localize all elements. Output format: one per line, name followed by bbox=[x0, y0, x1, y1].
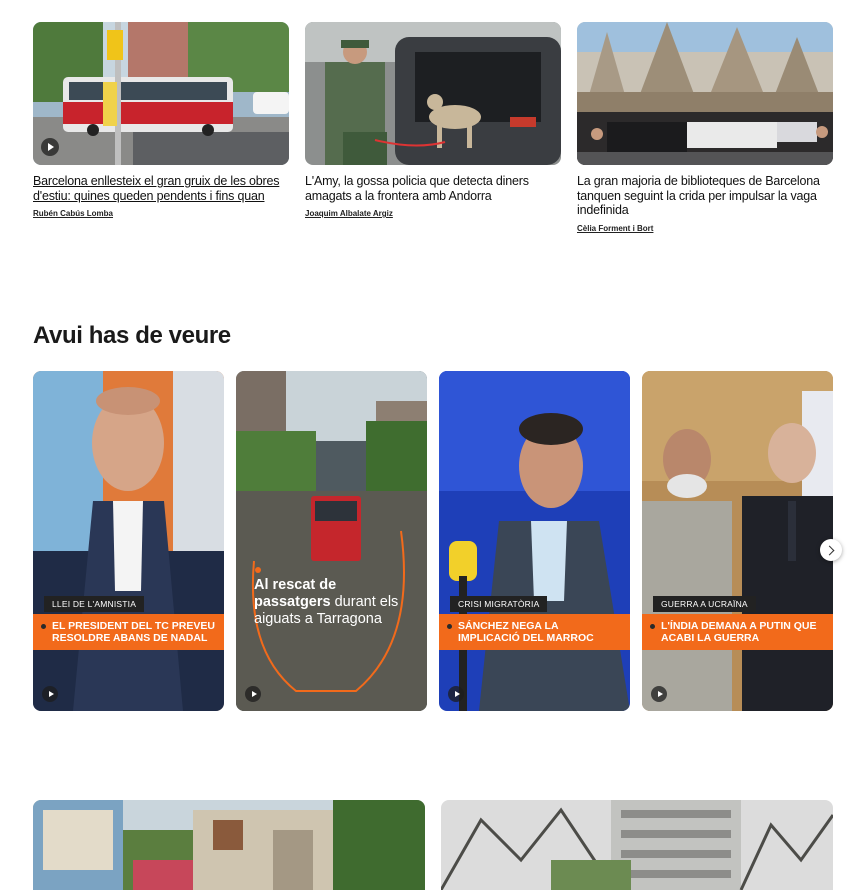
bottom-news-row bbox=[33, 800, 834, 890]
video-headline[interactable]: EL PRESIDENT DEL TC PREVEU RESOLDRE ABAN… bbox=[33, 614, 224, 650]
video-tag: GUERRA A UCRAÏNA bbox=[653, 596, 756, 612]
news-thumbnail[interactable] bbox=[305, 22, 561, 165]
news-headline[interactable]: La gran majoria de biblioteques de Barce… bbox=[577, 174, 833, 218]
video-tag: CRISI MIGRATÒRIA bbox=[450, 596, 548, 612]
video-headline[interactable]: L'ÍNDIA DEMANA A PUTIN QUE ACABI LA GUER… bbox=[642, 614, 833, 650]
news-thumbnail[interactable] bbox=[33, 800, 425, 890]
play-icon[interactable] bbox=[448, 686, 464, 702]
section-title: Avui has de veure bbox=[33, 322, 231, 349]
play-icon[interactable] bbox=[245, 686, 261, 702]
play-icon[interactable] bbox=[42, 686, 58, 702]
video-card[interactable]: LLEI DE L'AMNISTIA EL PRESIDENT DEL TC P… bbox=[33, 371, 224, 711]
chevron-right-icon bbox=[824, 545, 835, 555]
carousel-next-button[interactable] bbox=[820, 539, 842, 561]
top-news-row: Barcelona enllesteix el gran gruix de le… bbox=[33, 22, 834, 236]
news-author[interactable]: Cèlia Forment i Bort bbox=[577, 224, 653, 233]
video-card[interactable]: GUERRA A UCRAÏNA L'ÍNDIA DEMANA A PUTIN … bbox=[642, 371, 833, 711]
news-author[interactable]: Joaquim Albalate Argiz bbox=[305, 209, 393, 218]
video-tag: LLEI DE L'AMNISTIA bbox=[44, 596, 145, 612]
news-thumbnail[interactable] bbox=[33, 22, 289, 165]
video-thumbnail bbox=[642, 371, 833, 711]
news-headline[interactable]: Barcelona enllesteix el gran gruix de le… bbox=[33, 174, 289, 203]
video-card[interactable]: Al rescat de passatgers durant els aigua… bbox=[236, 371, 427, 711]
news-headline[interactable]: L'Amy, la gossa policia que detecta dine… bbox=[305, 174, 561, 203]
news-card[interactable]: Barcelona enllesteix el gran gruix de le… bbox=[33, 22, 289, 236]
video-overlay-bold: Al rescat de passatgers bbox=[254, 577, 337, 610]
news-author[interactable]: Rubén Cabús Lomba bbox=[33, 209, 113, 218]
video-thumbnail bbox=[33, 371, 224, 711]
play-icon[interactable] bbox=[651, 686, 667, 702]
news-thumbnail[interactable] bbox=[441, 800, 833, 890]
video-card[interactable]: CRISI MIGRATÒRIA SÁNCHEZ NEGA LA IMPLICA… bbox=[439, 371, 630, 711]
news-card[interactable]: La gran majoria de biblioteques de Barce… bbox=[577, 22, 833, 236]
news-card[interactable]: L'Amy, la gossa policia que detecta dine… bbox=[305, 22, 561, 236]
play-icon[interactable] bbox=[41, 138, 59, 156]
news-thumbnail[interactable] bbox=[577, 22, 833, 165]
video-carousel: LLEI DE L'AMNISTIA EL PRESIDENT DEL TC P… bbox=[33, 371, 842, 711]
video-thumbnail bbox=[236, 371, 427, 711]
video-overlay-text[interactable]: Al rescat de passatgers durant els aigua… bbox=[254, 577, 414, 628]
video-headline[interactable]: SÁNCHEZ NEGA LA IMPLICACIÓ DEL MARROC bbox=[439, 614, 630, 650]
video-thumbnail bbox=[439, 371, 630, 711]
